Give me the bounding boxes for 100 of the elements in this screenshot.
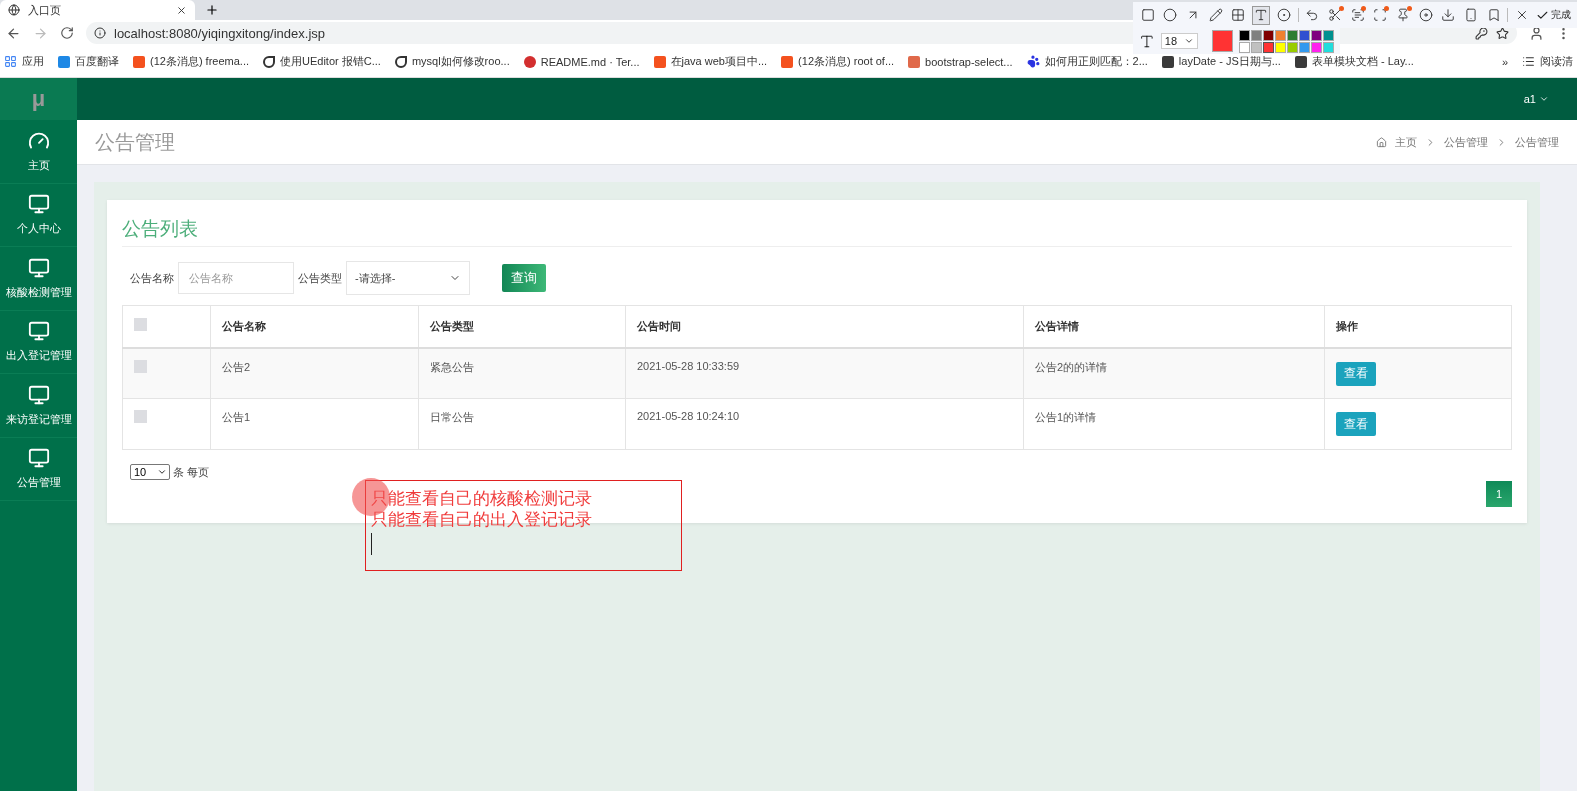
color-swatch[interactable] (1263, 41, 1274, 53)
column-header: 公告类型 (418, 305, 626, 348)
url-text: localhost:8080/yiqingxitong/index.jsp (114, 25, 326, 41)
tab-title: 入口页 (28, 2, 62, 18)
back-icon[interactable] (6, 25, 21, 41)
scissors-icon (1328, 8, 1342, 22)
color-swatch[interactable] (1323, 41, 1334, 53)
text-icon (1254, 8, 1269, 22)
color-swatch[interactable] (1287, 41, 1298, 53)
logo: μ (0, 78, 77, 120)
key-icon[interactable] (1475, 26, 1488, 40)
reading-list-link[interactable]: 阅读清 (1540, 54, 1573, 69)
table-cell: 公告1的详情 (1023, 398, 1325, 450)
reading-list-icon (1522, 55, 1535, 68)
reload-icon[interactable] (60, 26, 74, 40)
page-size-select[interactable]: 10 (130, 464, 170, 480)
browser-tab[interactable]: 入口页 (0, 0, 195, 20)
bookmark-link[interactable]: (12条消息) freema... (150, 54, 250, 69)
page-title: 公告管理 (95, 129, 175, 155)
table-cell: 公告1 (210, 398, 419, 450)
monitor-icon (27, 320, 50, 343)
type-select[interactable]: -请选择- (346, 261, 470, 295)
star-icon[interactable] (1496, 26, 1509, 40)
bookmark-link[interactable]: 表单模块文档 - Lay... (1311, 54, 1414, 69)
color-swatch[interactable] (1311, 29, 1322, 41)
scan-icon (1373, 8, 1388, 22)
bookmark-icon (1486, 8, 1501, 22)
current-color-swatch[interactable] (1212, 30, 1233, 52)
bookmark-link[interactable]: layDate - JS日期与... (1178, 54, 1281, 69)
column-header: 操作 (1324, 305, 1512, 348)
monitor-icon (27, 256, 50, 279)
more-bookmarks[interactable]: » (1501, 55, 1508, 68)
column-header: 公告时间 (625, 305, 1024, 348)
page-size-label: 条 每页 (173, 464, 210, 480)
breadcrumb-link[interactable]: 公告管理 (1515, 134, 1559, 150)
bookmark-link[interactable]: mysql如何修改roo... (411, 54, 510, 69)
monitor-icon (27, 193, 50, 216)
color-swatch[interactable] (1275, 29, 1286, 41)
table-cell: 2021-05-28 10:24:10 (625, 398, 1024, 450)
bookmark-link[interactable]: (12条消息) root of... (798, 54, 895, 69)
done-button[interactable]: 完成 (1536, 8, 1571, 22)
color-swatch[interactable] (1251, 41, 1262, 53)
caret-icon (1539, 94, 1549, 104)
bookmark-link[interactable]: bootstrap-select... (925, 55, 1013, 68)
info-icon (94, 27, 106, 39)
color-swatch[interactable] (1263, 29, 1274, 41)
column-header: 公告详情 (1023, 305, 1325, 348)
breadcrumb-link[interactable]: 公告管理 (1444, 134, 1488, 150)
table-cell: 紧急公告 (418, 347, 626, 399)
page-button[interactable]: 1 (1486, 481, 1512, 507)
user-menu[interactable]: a1 (1523, 93, 1549, 105)
search-button[interactable]: 查询 (502, 264, 546, 292)
new-tab-icon[interactable] (205, 3, 219, 17)
text-tool[interactable] (1252, 5, 1270, 25)
pencil-icon (1208, 8, 1223, 22)
profile-icon[interactable] (1529, 25, 1544, 41)
monitor-icon (27, 447, 50, 470)
breadcrumb-link[interactable]: 主页 (1395, 134, 1417, 150)
undo-icon (1305, 8, 1320, 22)
table-cell: 公告2的的详情 (1023, 347, 1325, 399)
bookmark-link[interactable]: 如何用正则匹配：2... (1044, 54, 1148, 69)
bookmark-link[interactable]: 应用 (22, 54, 44, 69)
globe-icon (8, 4, 20, 16)
close-icon[interactable] (176, 4, 187, 16)
annotation-text: 只能查看自己的核酸检测记录 (371, 488, 593, 509)
table-cell: 2021-05-28 10:33:59 (625, 347, 1024, 399)
color-swatch[interactable] (1251, 29, 1262, 41)
bookmark-link[interactable]: 使用UEditor 报错C... (280, 54, 381, 69)
ellipse-icon (1163, 8, 1178, 22)
color-swatch[interactable] (1299, 41, 1310, 53)
ocr-icon (1350, 8, 1365, 22)
color-swatch[interactable] (1311, 41, 1322, 53)
checkbox[interactable] (134, 359, 147, 373)
color-swatch[interactable] (1239, 41, 1250, 53)
bookmark-link[interactable]: 百度翻译 (75, 54, 119, 69)
checkbox[interactable] (134, 318, 147, 331)
column-header: 公告名称 (210, 305, 419, 348)
color-swatch[interactable] (1287, 29, 1298, 41)
color-swatch[interactable] (1299, 29, 1310, 41)
bookmark-link[interactable]: README.md · Ter... (540, 55, 640, 68)
record-icon (1418, 8, 1433, 22)
table-cell: 日常公告 (418, 398, 626, 450)
text-cursor (371, 533, 372, 555)
color-swatch[interactable] (1323, 29, 1334, 41)
download-icon (1441, 8, 1456, 22)
home-icon (1376, 136, 1387, 148)
rect-icon (1140, 8, 1155, 22)
annotation-text: 只能查看自己的出入登记记录 (371, 509, 593, 530)
name-field[interactable]: 公告名称 (178, 262, 294, 294)
number-icon (1276, 8, 1291, 22)
font-size-select[interactable]: 18 (1160, 33, 1199, 49)
color-swatch[interactable] (1239, 29, 1250, 41)
bookmark-link[interactable]: 在java web项目中... (670, 54, 768, 69)
color-swatch[interactable] (1275, 41, 1286, 53)
checkbox[interactable] (134, 410, 147, 423)
phone-icon (1463, 8, 1478, 22)
mosaic-icon (1231, 8, 1246, 22)
field-label: 公告类型 (298, 270, 342, 286)
monitor-icon (27, 383, 50, 406)
chevron-down-icon (157, 467, 167, 477)
